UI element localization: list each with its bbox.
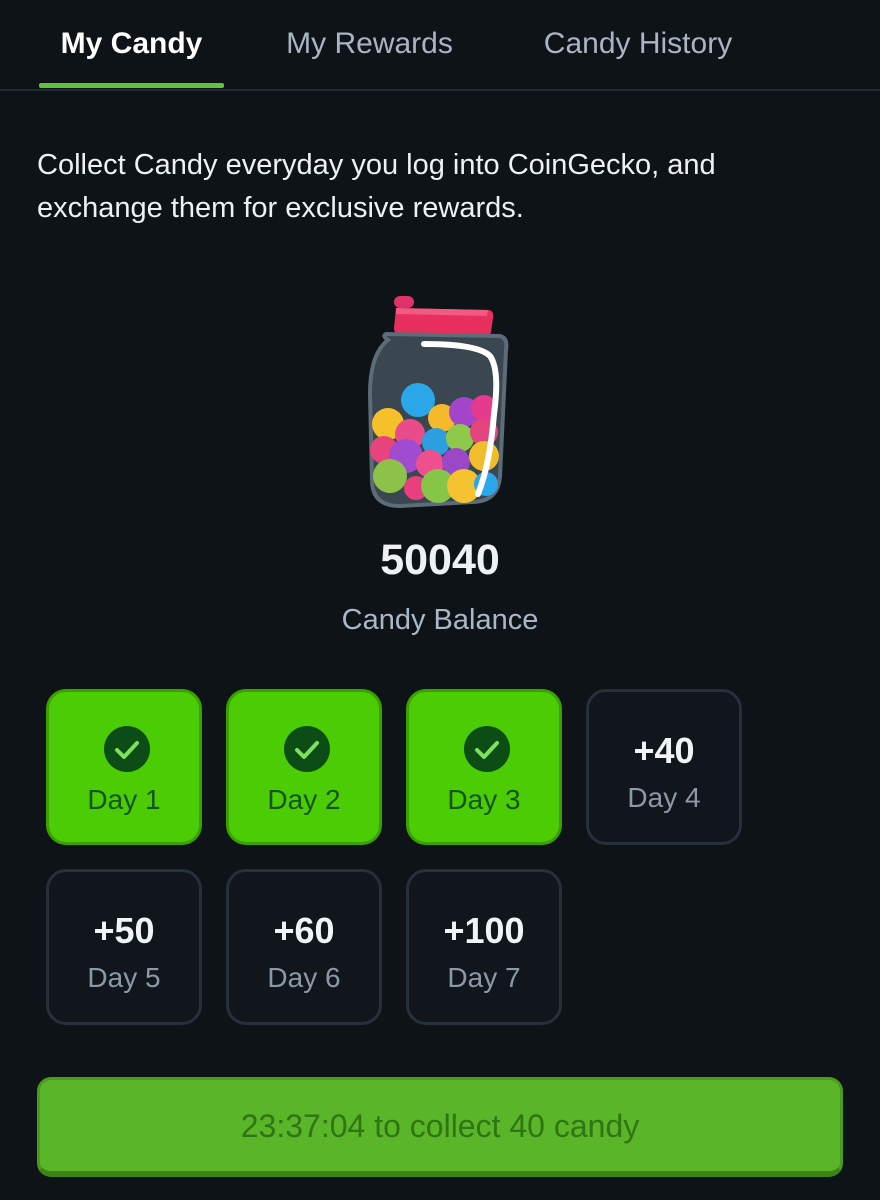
day-reward: +60 [273,910,335,951]
day-reward: +50 [93,910,155,951]
day-label: Day 4 [627,782,701,813]
day-reward: +40 [633,730,695,771]
tab-my-candy[interactable]: My Candy [39,24,224,64]
collect-candy-button[interactable]: 23:37:04 to collect 40 candy [37,1077,843,1177]
check-icon [464,726,510,772]
intro-line-1: Collect Candy everyday you log into Coin… [37,149,716,181]
tab-bar: My Candy My Rewards Candy History [0,0,880,91]
day-6-card[interactable]: +60 Day 6 [226,869,382,1025]
day-4-card[interactable]: +40 Day 4 [586,689,742,845]
candy-balance-value: 50040 [380,536,500,584]
candy-jar-icon [367,296,509,509]
day-reward: +100 [443,910,525,951]
active-tab-indicator [39,83,224,88]
check-icon [104,726,150,772]
intro-line-2: exchange them for exclusive rewards. [37,192,524,224]
day-1-card[interactable]: Day 1 [46,689,202,845]
intro-text: Collect Candy everyday you log into Coin… [37,144,837,230]
day-5-card[interactable]: +50 Day 5 [46,869,202,1025]
day-label: Day 1 [87,784,161,815]
day-7-card[interactable]: +100 Day 7 [406,869,562,1025]
day-label: Day 5 [87,962,161,993]
tab-my-rewards[interactable]: My Rewards [262,24,477,64]
candy-balance-label: Candy Balance [341,604,539,636]
day-3-card[interactable]: Day 3 [406,689,562,845]
day-label: Day 2 [267,784,341,815]
day-label: Day 7 [447,962,521,993]
tab-candy-history[interactable]: Candy History [520,24,756,64]
day-label: Day 3 [447,784,521,815]
check-icon [284,726,330,772]
day-2-card[interactable]: Day 2 [226,689,382,845]
day-label: Day 6 [267,962,341,993]
